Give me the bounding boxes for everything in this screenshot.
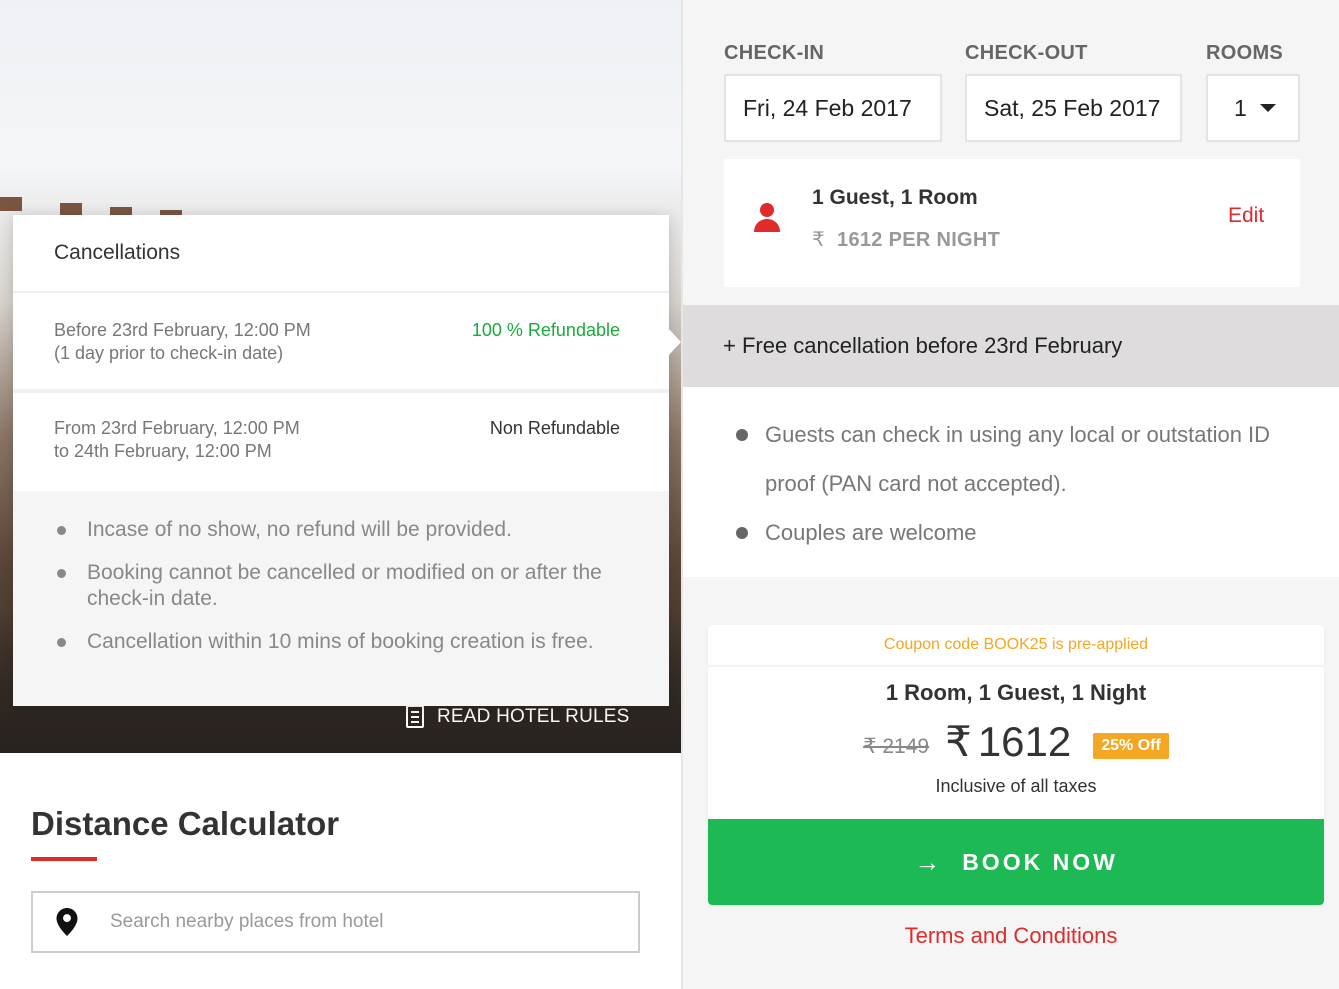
rupee-icon: ₹ bbox=[812, 229, 826, 251]
map-pin-icon bbox=[56, 908, 78, 936]
rooms-label: ROOMS bbox=[1206, 42, 1284, 64]
coupon-message: Coupon code BOOK25 is pre-applied bbox=[708, 625, 1324, 667]
taxes-note: Inclusive of all taxes bbox=[935, 776, 1097, 796]
book-now-label: BOOK NOW bbox=[962, 848, 1118, 875]
per-night-price-text: 1612 PER NIGHT bbox=[837, 229, 1001, 251]
document-icon bbox=[406, 705, 424, 728]
guest-room-summary: 1 Guest, 1 Room bbox=[812, 186, 978, 209]
cancellations-popover: Cancellations Before 23rd February, 12:0… bbox=[13, 215, 681, 706]
rooms-select[interactable]: 1 bbox=[1206, 74, 1300, 142]
terms-and-conditions-link[interactable]: Terms and Conditions bbox=[683, 923, 1339, 949]
book-now-button[interactable]: → BOOK NOW bbox=[708, 819, 1324, 905]
cancellation-date-line: to 24th February, 12:00 PM bbox=[54, 441, 272, 461]
checkin-label: CHECK-IN bbox=[724, 42, 825, 64]
booking-sidebar: CHECK-IN CHECK-OUT ROOMS Fri, 24 Feb 201… bbox=[681, 0, 1339, 989]
distance-search-box[interactable] bbox=[31, 891, 640, 953]
rupee-icon: ₹ bbox=[945, 718, 972, 765]
note-item: Cancellation within 10 mins of booking c… bbox=[57, 629, 627, 655]
note-item: Booking cannot be cancelled or modified … bbox=[57, 560, 627, 612]
cancellations-title: Cancellations bbox=[54, 241, 181, 264]
policy-item: Guests can check in using any local or o… bbox=[736, 410, 1305, 508]
cancellation-date-line: From 23rd February, 12:00 PM bbox=[54, 418, 300, 438]
discount-badge: 25% Off bbox=[1093, 732, 1169, 759]
checkout-label: CHECK-OUT bbox=[965, 42, 1088, 64]
note-item: Incase of no show, no refund will be pro… bbox=[57, 517, 627, 543]
stay-summary: 1 Room, 1 Guest, 1 Night bbox=[885, 680, 1147, 705]
checkout-date-field[interactable]: Sat, 25 Feb 2017 bbox=[965, 74, 1182, 142]
read-hotel-rules-label: READ HOTEL RULES bbox=[437, 705, 630, 727]
price-line: ₹ 2149 ₹1612 25% Off bbox=[708, 717, 1324, 766]
checkin-date-field[interactable]: Fri, 24 Feb 2017 bbox=[724, 74, 942, 142]
chevron-down-icon bbox=[1260, 104, 1276, 112]
distance-calculator-title: Distance Calculator bbox=[31, 805, 340, 842]
read-hotel-rules-link[interactable]: READ HOTEL RULES bbox=[406, 705, 630, 728]
cancellation-notes: Incase of no show, no refund will be pro… bbox=[13, 491, 669, 706]
arrow-right-icon: → bbox=[914, 846, 941, 877]
hotel-policies: Guests can check in using any local or o… bbox=[683, 387, 1339, 577]
divider bbox=[13, 291, 669, 293]
booking-summary-card: Coupon code BOOK25 is pre-applied 1 Room… bbox=[708, 625, 1324, 905]
title-underline bbox=[31, 857, 97, 861]
search-nearby-input[interactable] bbox=[108, 910, 638, 934]
cancellation-date-line: Before 23rd February, 12:00 PM bbox=[54, 320, 311, 340]
edit-guests-link[interactable]: Edit bbox=[1228, 204, 1264, 228]
final-price-value: 1612 bbox=[977, 718, 1072, 765]
left-pane: READ HOTEL RULES Cancellations Before 23… bbox=[0, 0, 681, 989]
guest-summary-card: 1 Guest, 1 Room ₹1612 PER NIGHT Edit bbox=[724, 159, 1300, 287]
cancellation-date-line: (1 day prior to check-in date) bbox=[54, 343, 284, 363]
divider bbox=[13, 389, 669, 393]
final-price: ₹1612 bbox=[945, 717, 1071, 766]
refund-status: Non Refundable bbox=[489, 418, 620, 438]
original-price: ₹ 2149 bbox=[863, 735, 930, 758]
free-cancellation-toggle[interactable]: + Free cancellation before 23rd February bbox=[683, 305, 1339, 387]
rooms-value: 1 bbox=[1234, 94, 1247, 121]
policy-item: Couples are welcome bbox=[736, 508, 1305, 557]
refund-status: 100 % Refundable bbox=[471, 320, 620, 340]
user-icon bbox=[754, 203, 780, 232]
per-night-price: ₹1612 PER NIGHT bbox=[812, 227, 1000, 252]
